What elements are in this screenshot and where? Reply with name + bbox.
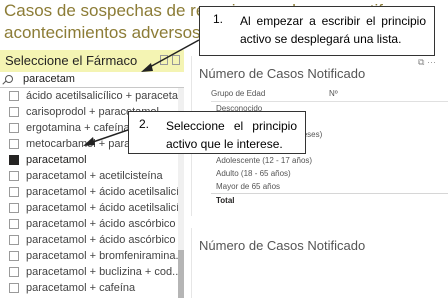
slicer-item-checkbox[interactable] — [9, 139, 19, 149]
slicer-item[interactable]: paracetamol + acetilcisteína — [0, 168, 178, 184]
callout-text: Al empezar a escribir el principio activ… — [240, 14, 426, 46]
second-card: Número de Casos Notificado — [191, 228, 448, 298]
card-header-icons: ⧉ ⋯ — [418, 57, 436, 68]
slicer-item-label: paracetamol + cafeína — [26, 282, 136, 294]
focus-mode-icon[interactable] — [172, 55, 180, 65]
callout-text: Seleccione el principio activo que le in… — [166, 119, 297, 151]
slicer-header: Seleccione el Fármaco — [0, 50, 184, 72]
eraser-icon[interactable] — [160, 55, 168, 65]
slicer-item-label: paracetamol + acetilcisteína — [26, 170, 163, 182]
table-row: Mayor de 65 años — [216, 182, 281, 191]
card-title: Número de Casos Notificado — [199, 66, 366, 81]
slicer-item-checkbox[interactable] — [9, 203, 19, 213]
callout-step-2: 2. Seleccione el principio activo que le… — [128, 111, 306, 154]
column-header-count[interactable]: Nº — [329, 86, 338, 102]
slicer-item-checkbox[interactable] — [9, 155, 19, 165]
slicer-item-label: paracetamol + buclizina + cod... — [26, 266, 178, 278]
slicer-item-label: paracetamol + ácido ascórbico + ... — [26, 234, 178, 246]
slicer-item[interactable]: paracetamol + ácido ascórbico + ... — [0, 232, 178, 248]
slicer-scrollbar-thumb[interactable] — [178, 250, 184, 298]
table-row: Adolescente (12 - 17 años) — [216, 156, 313, 165]
slicer-header-icons — [160, 54, 184, 68]
slicer-item-checkbox[interactable] — [9, 123, 19, 133]
more-options-icon[interactable]: ⋯ — [427, 57, 436, 67]
right-panel: ⧉ ⋯ Número de Casos Notificado Grupo de … — [191, 56, 448, 298]
callout-number: 2. — [139, 117, 150, 131]
table-row: Adulto (18 - 65 años) — [216, 169, 291, 178]
slicer-item-checkbox[interactable] — [9, 235, 19, 245]
slicer-item-label: paracetamol + bromfeniramina... — [26, 250, 178, 262]
slicer-item[interactable]: paracetamol + ácido acetilsalicí... — [0, 184, 178, 200]
slicer-item[interactable]: ácido acetilsalicílico + paraceta... — [0, 88, 178, 104]
slicer-item[interactable]: paracetamol + ácido ascórbico — [0, 216, 178, 232]
slicer-item-checkbox[interactable] — [9, 187, 19, 197]
slicer-search-input[interactable]: paracetam — [23, 72, 75, 87]
slicer-item[interactable]: paracetamol + ácido acetilsalicí... — [0, 200, 178, 216]
slicer-item-label: paracetamol — [26, 154, 87, 166]
slicer-item-checkbox[interactable] — [9, 267, 19, 277]
slicer-item-checkbox[interactable] — [9, 283, 19, 293]
slicer-item-label: paracetamol + ácido acetilsalicí... — [26, 202, 178, 214]
slicer-item[interactable]: paracetamol + buclizina + cod... — [0, 264, 178, 280]
callout-number: 1. — [213, 12, 224, 26]
slicer-search[interactable]: paracetam — [0, 72, 184, 88]
slicer-item-label: ácido acetilsalicílico + paraceta... — [26, 90, 178, 102]
focus-mode-icon[interactable]: ⧉ — [418, 57, 424, 67]
callout-step-1: 1. Al empezar a escribir el principio ac… — [199, 6, 435, 56]
slicer-item[interactable]: paracetamol — [0, 152, 178, 168]
slicer-item-checkbox[interactable] — [9, 171, 19, 181]
slicer-item-checkbox[interactable] — [9, 91, 19, 101]
slicer-item-label: paracetamol + ácido ascórbico — [26, 218, 176, 230]
slicer-item-label: paracetamol + ácido acetilsalicí... — [26, 186, 178, 198]
table-total-row: Total — [211, 193, 448, 206]
search-icon — [5, 75, 13, 83]
slicer-item[interactable]: paracetamol + cafeína — [0, 280, 178, 296]
column-header-age[interactable]: Grupo de Edad — [211, 89, 265, 98]
table-header: Grupo de Edad Nº — [211, 86, 448, 102]
slicer-item[interactable]: paracetamol + bromfeniramina... — [0, 248, 178, 264]
slicer-item-checkbox[interactable] — [9, 251, 19, 261]
slicer-item-checkbox[interactable] — [9, 107, 19, 117]
slicer-item-checkbox[interactable] — [9, 219, 19, 229]
card-title: Número de Casos Notificado — [199, 238, 366, 253]
